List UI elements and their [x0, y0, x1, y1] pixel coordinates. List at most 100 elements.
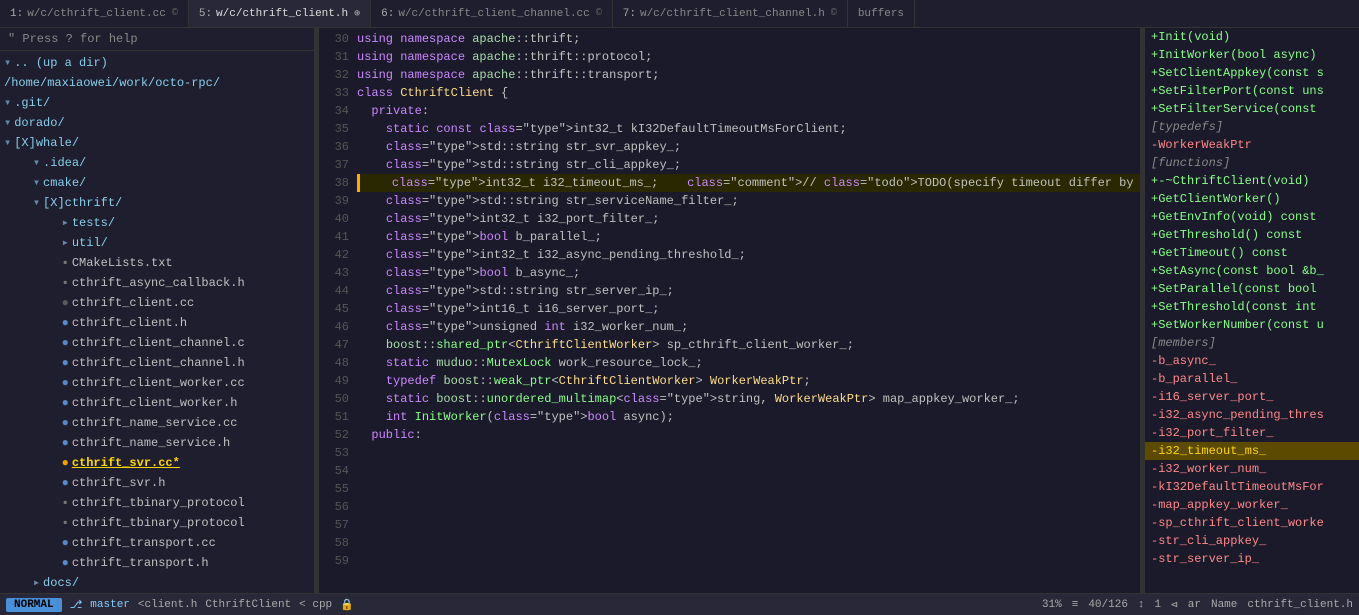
main-layout: " Press ? for help ▾.. (up a dir)/home/m… — [0, 28, 1359, 593]
tree-item-19[interactable]: ●cthrift_name_service.h — [0, 433, 314, 453]
tab-7-icon: © — [831, 8, 837, 19]
tree-item-8[interactable]: ▸tests/ — [0, 213, 314, 233]
tag-item-20[interactable]: -i16_server_port_ — [1145, 388, 1359, 406]
tag-item-0[interactable]: +Init(void) — [1145, 28, 1359, 46]
tree-item-21[interactable]: ●cthrift_svr.h — [0, 473, 314, 493]
tag-item-26[interactable]: -map_appkey_worker_ — [1145, 496, 1359, 514]
sidebar: " Press ? for help ▾.. (up a dir)/home/m… — [0, 28, 315, 593]
code-line-45: class="type">bool b_async_; — [357, 264, 1140, 282]
code-line-35: private: — [357, 102, 1140, 120]
tag-item-4[interactable]: +SetFilterService(const — [1145, 100, 1359, 118]
tree-item-11[interactable]: ▪cthrift_async_callback.h — [0, 273, 314, 293]
tag-item-9[interactable]: +GetClientWorker() — [1145, 190, 1359, 208]
tag-item-29[interactable]: -str_server_ip_ — [1145, 550, 1359, 568]
code-line-48: class="type">int16_t i16_server_port_; — [357, 300, 1140, 318]
status-arrow: ⊲ — [1171, 598, 1178, 612]
tab-1[interactable]: 1: w/c/cthrift_client.cc © — [0, 0, 189, 27]
tree-item-15[interactable]: ●cthrift_client_channel.h — [0, 353, 314, 373]
tree-item-0[interactable]: ▾.. (up a dir) — [0, 53, 314, 73]
code-line-47: class="type">std::string str_server_ip_; — [357, 282, 1140, 300]
code-line-31: using namespace apache::thrift::protocol… — [357, 48, 1140, 66]
tag-item-19[interactable]: -b_parallel_ — [1145, 370, 1359, 388]
tag-item-8[interactable]: +-~CthriftClient(void) — [1145, 172, 1359, 190]
status-ar: ar — [1188, 599, 1201, 611]
tag-item-27[interactable]: -sp_cthrift_client_worke — [1145, 514, 1359, 532]
code-line-41: class="type">std::string str_serviceName… — [357, 192, 1140, 210]
tag-item-7[interactable]: [functions] — [1145, 154, 1359, 172]
code-line-32: using namespace apache::thrift::transpor… — [357, 66, 1140, 84]
tree-item-14[interactable]: ●cthrift_client_channel.c — [0, 333, 314, 353]
tab-5-close[interactable]: ⊕ — [354, 8, 360, 20]
tree-item-5[interactable]: ▾.idea/ — [0, 153, 314, 173]
tree-item-25[interactable]: ●cthrift_transport.h — [0, 553, 314, 573]
tree-item-9[interactable]: ▸util/ — [0, 233, 314, 253]
tag-item-11[interactable]: +GetThreshold() const — [1145, 226, 1359, 244]
status-line-icon: ≡ — [1072, 599, 1079, 611]
line-numbers: 3031323334353637383940414243444546474849… — [319, 28, 357, 593]
status-percent: 31% — [1042, 599, 1062, 611]
tag-item-1[interactable]: +InitWorker(bool async) — [1145, 46, 1359, 64]
tag-item-23[interactable]: -i32_timeout_ms_ — [1145, 442, 1359, 460]
tag-item-17[interactable]: [members] — [1145, 334, 1359, 352]
tab-5[interactable]: 5: w/c/cthrift_client.h ⊕ — [189, 0, 371, 27]
tab-6[interactable]: 6: w/c/cthrift_client_channel.cc © — [371, 0, 613, 27]
tag-item-16[interactable]: +SetWorkerNumber(const u — [1145, 316, 1359, 334]
tree-item-17[interactable]: ●cthrift_client_worker.h — [0, 393, 314, 413]
code-line-53: static muduo::MutexLock work_resource_lo… — [357, 354, 1140, 372]
tag-item-18[interactable]: -b_async_ — [1145, 352, 1359, 370]
tag-item-28[interactable]: -str_cli_appkey_ — [1145, 532, 1359, 550]
code-line-42: class="type">int32_t i32_port_filter_; — [357, 210, 1140, 228]
tag-item-12[interactable]: +GetTimeout() const — [1145, 244, 1359, 262]
code-line-49: class="type">unsigned int i32_worker_num… — [357, 318, 1140, 336]
tag-item-24[interactable]: -i32_worker_num_ — [1145, 460, 1359, 478]
tree-item-1[interactable]: /home/maxiaowei/work/octo-rpc/ — [0, 73, 314, 93]
tab-7[interactable]: 7: w/c/cthrift_client_channel.h © — [613, 0, 848, 27]
code-line-43: class="type">bool b_parallel_; — [357, 228, 1140, 246]
code-line-44: class="type">int32_t i32_async_pending_t… — [357, 246, 1140, 264]
status-indicator: 🔒 — [340, 598, 354, 612]
tree-item-12[interactable]: ●cthrift_client.cc — [0, 293, 314, 313]
tree-item-26[interactable]: ▸docs/ — [0, 573, 314, 593]
tag-item-13[interactable]: +SetAsync(const bool &b_ — [1145, 262, 1359, 280]
code-content: 3031323334353637383940414243444546474849… — [319, 28, 1140, 593]
tab-1-icon: © — [172, 8, 178, 19]
tree-item-2[interactable]: ▾.git/ — [0, 93, 314, 113]
tree-item-24[interactable]: ●cthrift_transport.cc — [0, 533, 314, 553]
tag-item-25[interactable]: -kI32DefaultTimeoutMsFor — [1145, 478, 1359, 496]
tag-item-14[interactable]: +SetParallel(const bool — [1145, 280, 1359, 298]
tab-buffers[interactable]: buffers — [848, 0, 915, 27]
tag-item-10[interactable]: +GetEnvInfo(void) const — [1145, 208, 1359, 226]
code-line-40: class="type">int32_t i32_timeout_ms_; cl… — [357, 174, 1140, 192]
sidebar-tree[interactable]: ▾.. (up a dir)/home/maxiaowei/work/octo-… — [0, 51, 314, 593]
tag-item-2[interactable]: +SetClientAppkey(const s — [1145, 64, 1359, 82]
code-lines[interactable]: using namespace apache::thrift;using nam… — [357, 28, 1140, 593]
tree-item-7[interactable]: ▾[X]cthrift/ — [0, 193, 314, 213]
status-tag-name-label: Name — [1211, 599, 1237, 611]
tab-1-num: 1: — [10, 8, 23, 20]
tree-item-22[interactable]: ▪cthrift_tbinary_protocol — [0, 493, 314, 513]
status-col-icon: ↕ — [1138, 599, 1145, 611]
status-position: 40/126 — [1088, 599, 1128, 611]
code-line-57: int InitWorker(class="type">bool async); — [357, 408, 1140, 426]
tag-item-3[interactable]: +SetFilterPort(const uns — [1145, 82, 1359, 100]
tag-list[interactable]: +Init(void)+InitWorker(bool async)+SetCl… — [1144, 28, 1359, 593]
tree-item-6[interactable]: ▾cmake/ — [0, 173, 314, 193]
tree-item-23[interactable]: ▪cthrift_tbinary_protocol — [0, 513, 314, 533]
status-col: 1 — [1155, 599, 1162, 611]
tree-item-18[interactable]: ●cthrift_name_service.cc — [0, 413, 314, 433]
tree-item-16[interactable]: ●cthrift_client_worker.cc — [0, 373, 314, 393]
tree-item-4[interactable]: ▾[X]whale/ — [0, 133, 314, 153]
tab-6-label: w/c/cthrift_client_channel.cc — [398, 8, 589, 20]
status-file2: CthriftClient — [205, 599, 291, 611]
tree-item-10[interactable]: ▪CMakeLists.txt — [0, 253, 314, 273]
tree-item-13[interactable]: ●cthrift_client.h — [0, 313, 314, 333]
tag-item-22[interactable]: -i32_port_filter_ — [1145, 424, 1359, 442]
status-branch-icon: ⎇ — [70, 598, 83, 612]
tag-item-6[interactable]: -WorkerWeakPtr — [1145, 136, 1359, 154]
tag-item-21[interactable]: -i32_async_pending_thres — [1145, 406, 1359, 424]
tag-item-5[interactable]: [typedefs] — [1145, 118, 1359, 136]
tag-item-15[interactable]: +SetThreshold(const int — [1145, 298, 1359, 316]
tree-item-20[interactable]: ●cthrift_svr.cc* — [0, 453, 314, 473]
tree-item-3[interactable]: ▾dorado/ — [0, 113, 314, 133]
tab-7-label: w/c/cthrift_client_channel.h — [640, 8, 825, 20]
